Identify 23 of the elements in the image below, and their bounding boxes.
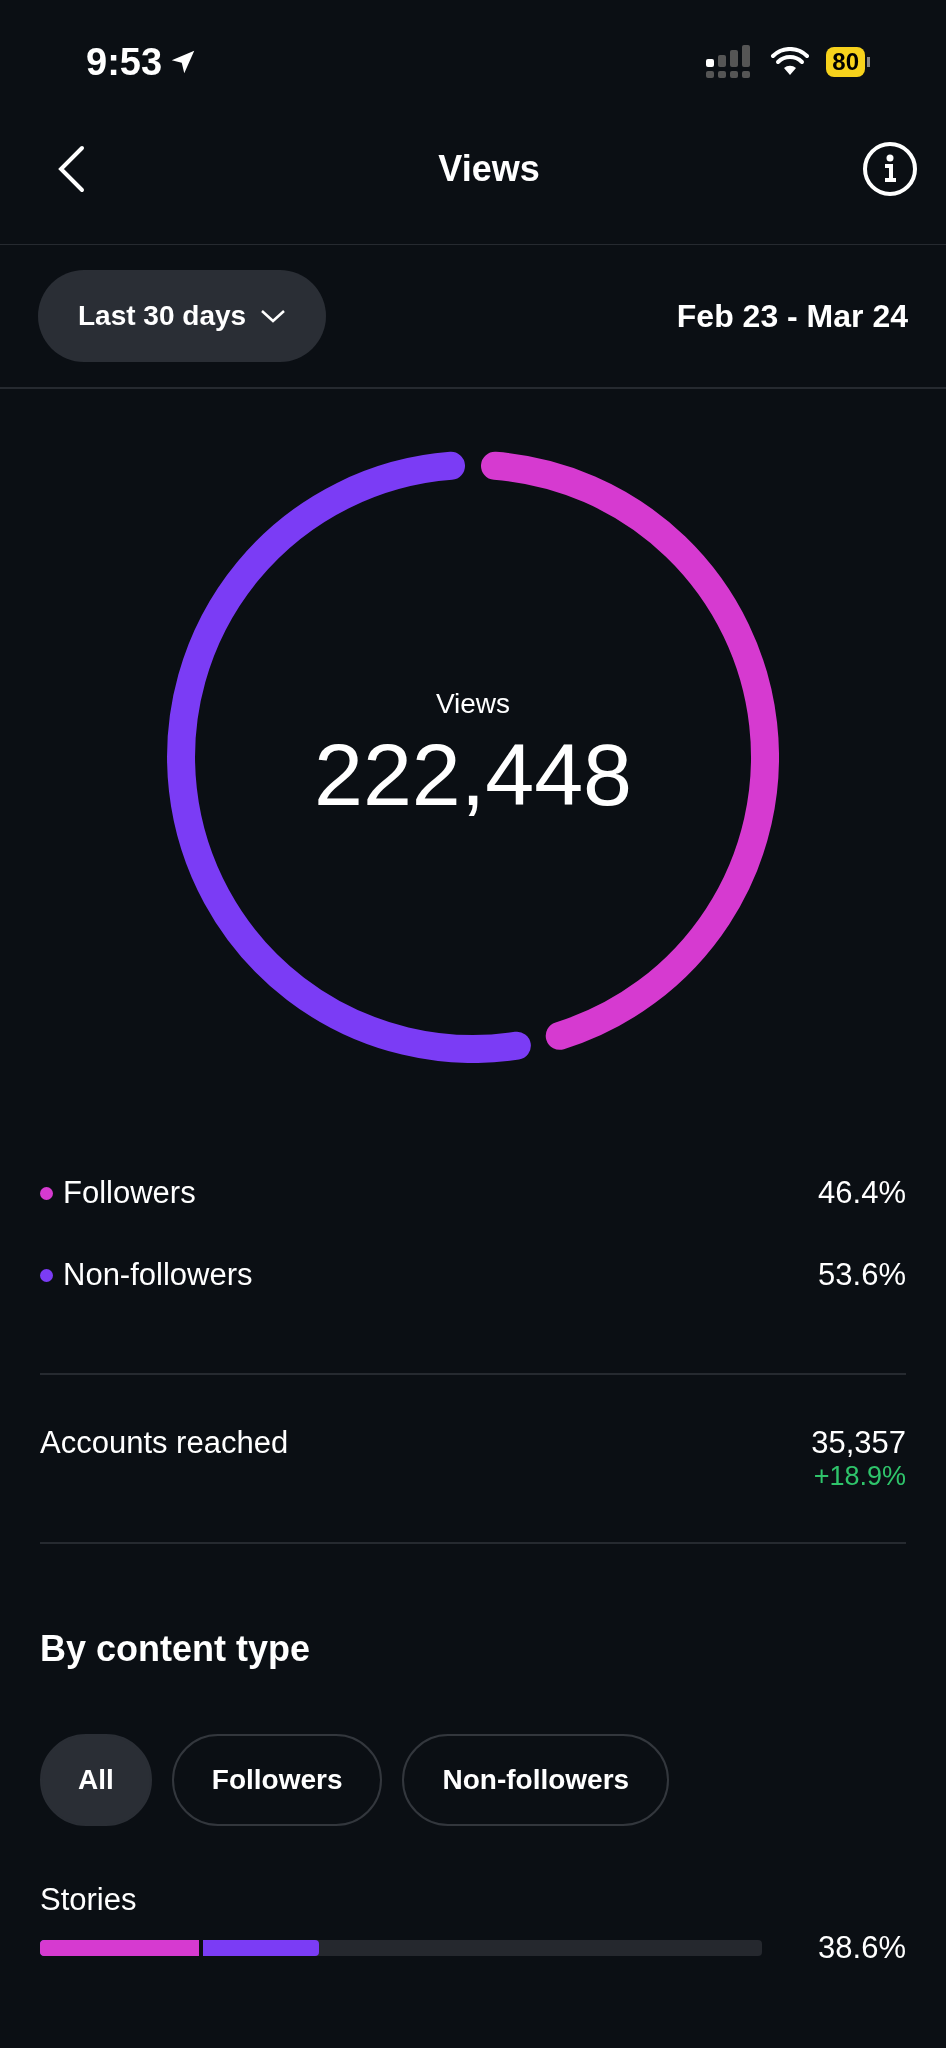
status-time: 9:53 [86, 40, 163, 84]
content-type-value: 38.6% [818, 1930, 906, 1966]
metric-change: +18.9% [813, 1461, 906, 1492]
content-type-label: Stories [40, 1882, 138, 1918]
legend-label: Followers [63, 1175, 197, 1211]
chart-label: Views [435, 688, 511, 720]
date-range: Feb 23 - Mar 24 [676, 297, 908, 335]
metric-value: 35,357 [811, 1425, 906, 1461]
filter-chip[interactable]: Followers [171, 1734, 383, 1826]
filter-chip[interactable]: All [40, 1734, 152, 1826]
metric-label: Accounts reached [40, 1425, 289, 1462]
chevron-down-icon [260, 308, 287, 324]
date-range-dropdown[interactable]: Last 30 days [38, 270, 327, 362]
wifi-icon [770, 47, 811, 77]
total-views: 222,448 [313, 724, 633, 826]
info-icon[interactable] [862, 141, 918, 197]
section-title: By content type [40, 1628, 312, 1670]
legend-label: Non-followers [63, 1257, 254, 1293]
page-title: Views [438, 148, 540, 190]
back-icon[interactable] [56, 145, 86, 193]
filter-chip[interactable]: Non-followers [402, 1734, 670, 1826]
legend-value: 53.6% [818, 1257, 906, 1293]
legend-value: 46.4% [818, 1175, 906, 1211]
